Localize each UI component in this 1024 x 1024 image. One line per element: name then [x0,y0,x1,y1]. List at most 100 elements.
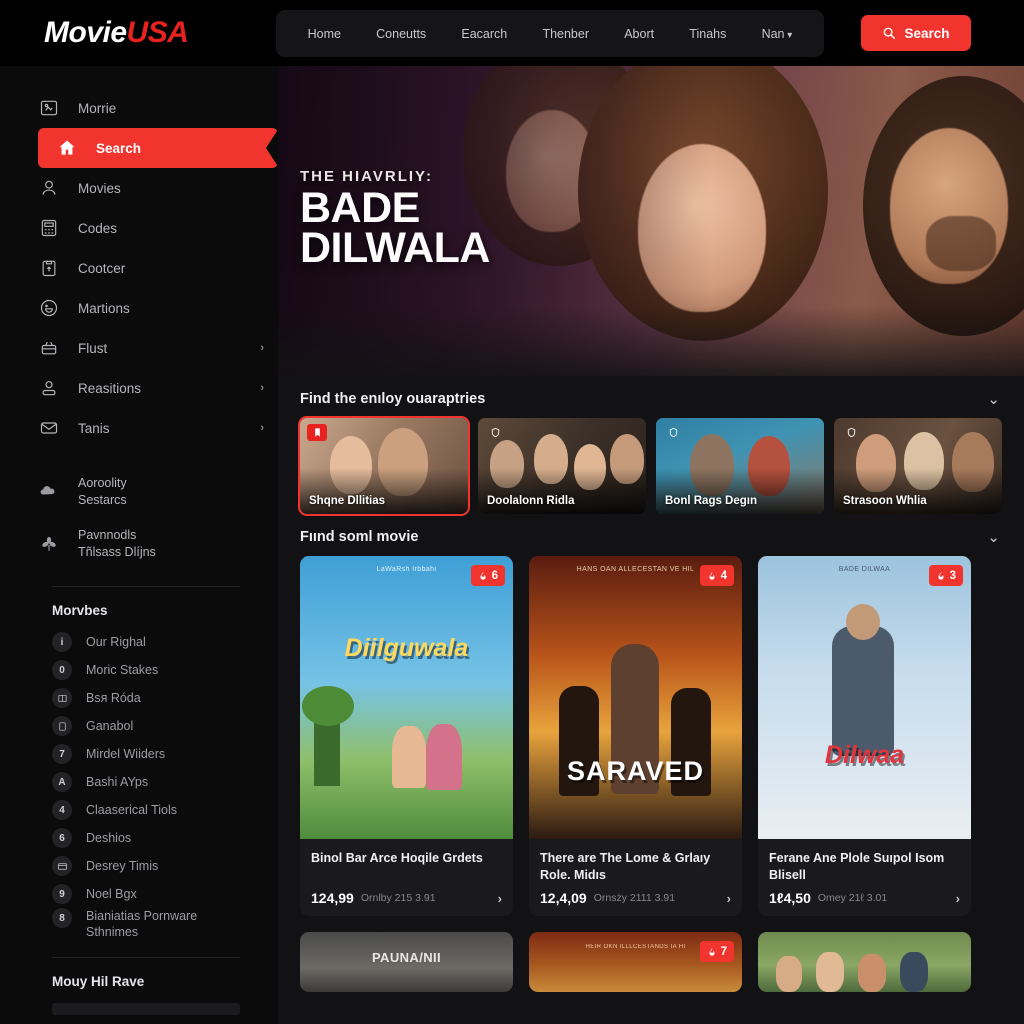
sidebar-menu-item-bsr-roda[interactable]: Bsя Róda [52,684,264,712]
sidebar-menu-label: Our Righal [86,634,146,649]
flame-icon [938,571,944,580]
movie-card[interactable]: LaWaRsh Irbbahi Diilguwala 6 Binol Bar A… [300,556,513,916]
sidebar-item-movies[interactable]: Movies [38,168,264,208]
app-root: MovieUSA Home Coneutts Eacarch Thenber A… [0,0,1024,1024]
movie-meta-row: 12,4,09 Ornsży 2111 3.91 › [540,890,731,906]
nav-item-tinahs[interactable]: Tinahs [689,27,726,41]
sidebar-item-cootcer[interactable]: Cootcer [38,248,264,288]
sidebar-menu-item-desrey-timis[interactable]: Desrey Timis [52,852,264,880]
movie-title: Ferane Ane Plole Suıpol Isom Blisell [769,851,945,882]
sidebar-item-morrie[interactable]: Morrie [38,88,264,128]
movie-poster [758,932,971,992]
sidebar-menu-label: Noel Bgx [86,886,137,901]
square-icon [52,716,72,736]
hero-bottom-fade [278,306,1024,376]
hero-subtitle: THE HIAVRLIY: [300,168,433,185]
chevron-right-icon[interactable]: › [498,891,502,906]
movie-poster: BADE DILWAA Dilwaa 3 [758,556,971,839]
nav-item-abort[interactable]: Abort [624,27,654,41]
sidebar-item-martions[interactable]: Martions [38,288,264,328]
poster-title: SARAVED [566,756,705,786]
sidebar-menu-label: Claaserical Tiols [86,802,178,817]
sidebar-menu-item-moric-stakes[interactable]: 0 Moric Stakes [52,656,264,684]
badge-count: 3 [949,569,956,582]
movie-card[interactable] [758,932,971,992]
sidebar-menu-item-our-righal[interactable]: i Our Righal [52,628,264,656]
sidebar-item-reasitions[interactable]: Reasitions › [38,368,264,408]
shield-icon [841,424,861,441]
thumbnail-caption: Bonl Rags Degın [665,495,758,507]
mail-icon [38,417,60,439]
sidebar-section-title-mouy-hil-rave: Mouy Hil Rave [52,973,145,989]
nav-item-nan-dropdown[interactable]: Nan [762,27,793,41]
sidebar-menu-item-noel-bgx[interactable]: 9 Noel Bgx [52,880,264,908]
chevron-down-icon[interactable]: ⌄ [987,528,1000,546]
sidebar-item-tanis[interactable]: Tanis › [38,408,264,448]
movie-poster: HANS OAN ALLECESTAN VE HIL SARAVED 4 [529,556,742,839]
movie-card[interactable]: PAUNA/NII [300,932,513,992]
sidebar-item-label: Pavnnodls Tñlsass Dlíjns [78,528,156,559]
sidebar-item-label: Aoroolity Sestarcs [78,476,127,507]
top-bar: MovieUSA Home Coneutts Eacarch Thenber A… [0,0,1024,66]
movie-card[interactable]: BADE DILWAA Dilwaa 3 Ferane Ane Plole Su… [758,556,971,916]
sidebar-menu-item-bashi-ayps[interactable]: A Bashi AYps [52,768,264,796]
category-thumbnail[interactable]: Shqne Dllitias [298,416,470,516]
search-button[interactable]: Search [861,15,971,51]
movie-title: Binol Bar Arce Hoqile Grdets [311,851,483,865]
sidebar-menu-item-bianiatias-pornware[interactable]: 8 Bianiatias Pornware Sthnimes [52,908,264,941]
sidebar-bottom-field[interactable] [52,1002,240,1015]
sidebar-menu-item-mirdel-wiiders[interactable]: 7 Mirdel Wiiders [52,740,264,768]
brand-name-accent: USA [126,16,189,49]
sidebar-menu-label: Bianiatias Pornware Sthnimes [86,909,198,940]
brand-logo[interactable]: MovieUSA [44,16,189,50]
movie-poster: HEIR OKN ILLLCESTANDS IA HI 7 [529,932,742,992]
letter-a-badge-icon: A [52,772,72,792]
sidebar-item-aoroolity-sestarcs[interactable]: Aoroolity Sestarcs [38,466,264,518]
sidebar-divider-1 [52,586,240,587]
clipboard-icon [38,257,60,279]
movie-price: 124,99 [311,890,354,906]
sidebar-item-codes[interactable]: Codes [38,208,264,248]
sidebar-menu-label: Moric Stakes [86,662,159,677]
search-icon [884,27,896,40]
smiley-icon [38,297,60,319]
user-icon [38,177,60,199]
sidebar-menu-label: Bsя Róda [86,690,141,705]
sidebar-menu-item-claaserical-tiols[interactable]: 4 Claaserical Tiols [52,796,264,824]
hero-banner[interactable]: THE HIAVRLIY: BADE DILWALA [278,66,1024,376]
leaf-icon [38,533,60,555]
sidebar-item-label: Codes [78,220,118,236]
movie-card[interactable]: HANS OAN ALLECESTAN VE HIL SARAVED 4 The… [529,556,742,916]
nav-item-eacarch[interactable]: Eacarch [461,27,507,41]
category-thumbnail[interactable]: Strasoon Whlia [834,418,1002,514]
four-badge-icon: 4 [52,800,72,820]
nav-item-thenber[interactable]: Thenber [542,27,589,41]
section-title: Find the enıloy ouaraptries [300,391,486,407]
badge-count: 6 [491,569,498,582]
seven-badge-icon: 7 [52,744,72,764]
chevron-down-icon[interactable]: ⌄ [987,390,1000,408]
zero-badge-icon: 0 [52,660,72,680]
poster-title: Diilguwala [344,634,469,662]
status-badge: 4 [699,565,734,586]
sidebar-item-label: Flust [78,340,108,356]
sidebar-item-label: Search [96,140,142,156]
nav-item-coneutts[interactable]: Coneutts [376,27,426,41]
sidebar-item-flust[interactable]: Flust › [38,328,264,368]
category-thumbnail[interactable]: Bonl Rags Degın [656,418,824,514]
sidebar-item-pavnnodls-tnlsass[interactable]: Pavnnodls Tñlsass Dlíjns [38,518,264,570]
nav-item-home[interactable]: Home [308,27,341,41]
status-badge: 3 [928,565,963,586]
chevron-right-icon[interactable]: › [727,891,731,906]
sidebar-menu-item-ganabol[interactable]: Ganabol [52,712,264,740]
sidebar-divider-2 [52,956,240,958]
calculator-icon [38,217,60,239]
movie-card[interactable]: HEIR OKN ILLLCESTANDS IA HI 7 [529,932,742,992]
poster-title: Dilwaa [824,741,905,769]
sidebar-menu-item-deshios[interactable]: 6 Deshios [52,824,264,852]
chevron-right-icon[interactable]: › [956,891,960,906]
sidebar-menu-label: Ganabol [86,718,134,733]
sidebar-item-search[interactable]: Search [38,128,278,168]
sidebar-item-label: Tanis [78,420,110,436]
category-thumbnail[interactable]: Doolalonn Ridla [478,418,646,514]
